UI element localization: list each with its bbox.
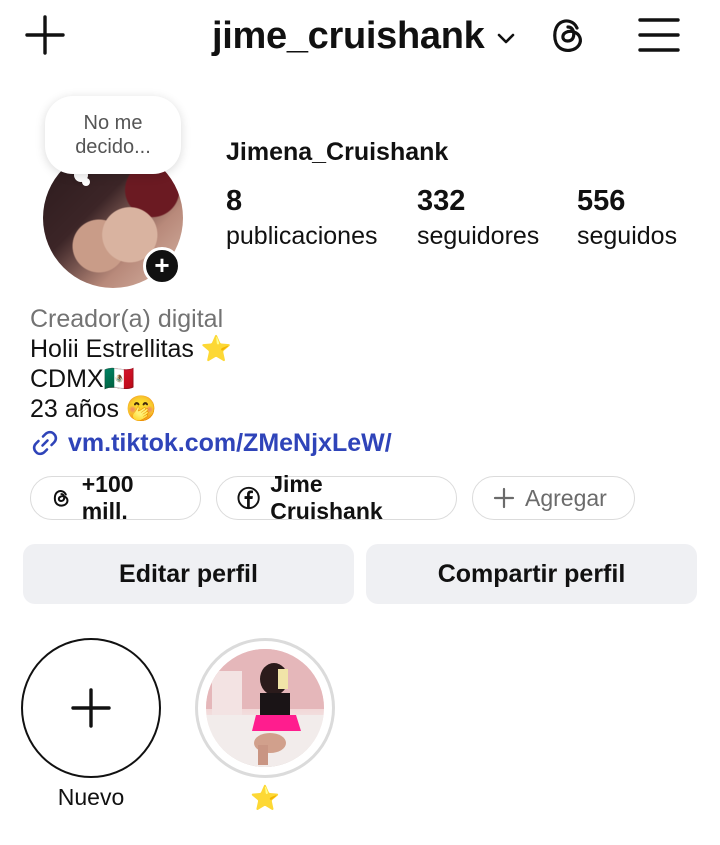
- plus-icon: [493, 487, 515, 509]
- highlight-label: Nuevo: [57, 784, 125, 810]
- add-story-plus-icon[interactable]: +: [143, 247, 181, 285]
- threads-followers-chip[interactable]: +100 mill.: [30, 471, 201, 524]
- chip-label: Agregar: [525, 484, 607, 511]
- add-link-chip[interactable]: Agregar: [472, 476, 635, 520]
- account-switcher[interactable]: jime_cruishank: [212, 12, 517, 60]
- highlight-label: ⭐: [250, 785, 280, 812]
- stat-followers-label: seguidores: [417, 222, 540, 250]
- top-bar: jime_cruishank: [0, 0, 720, 72]
- threads-icon[interactable]: [547, 14, 589, 56]
- facebook-icon: [237, 486, 260, 510]
- chevron-down-icon: [497, 33, 514, 44]
- facebook-chip[interactable]: Jime Cruishank: [216, 471, 457, 524]
- stat-posts[interactable]: 8 publicaciones: [226, 184, 378, 254]
- stat-following-label: seguidos: [577, 222, 678, 250]
- stat-following-value: 556: [577, 185, 626, 217]
- menu-icon[interactable]: [637, 16, 681, 54]
- bio-link-text: vm.tiktok.com/ZMeNjxLeW/: [68, 428, 392, 457]
- new-highlight-button[interactable]: [21, 638, 161, 778]
- highlight-cover-image: [206, 649, 324, 767]
- chip-label: Jime Cruishank: [270, 471, 383, 524]
- bio-link[interactable]: vm.tiktok.com/ZMeNjxLeW/: [30, 428, 392, 458]
- display-name: Jimena_Cruishank: [226, 138, 449, 166]
- create-plus-icon[interactable]: [24, 14, 66, 56]
- bio-category: Creador(a) digital: [30, 305, 224, 333]
- edit-profile-button[interactable]: Editar perfil: [23, 544, 354, 604]
- note-bubble-tail-small: [82, 178, 90, 186]
- bio-line: 23 años 🤭: [30, 395, 158, 423]
- stat-following[interactable]: 556 seguidos: [577, 184, 677, 254]
- chip-label: +100 mill.: [81, 471, 134, 524]
- share-profile-button[interactable]: Compartir perfil: [366, 544, 697, 604]
- profile-note[interactable]: No me decido...: [45, 96, 181, 174]
- plus-icon: [71, 688, 111, 728]
- stat-followers-value: 332: [417, 185, 466, 217]
- stat-posts-label: publicaciones: [226, 222, 378, 250]
- stat-followers[interactable]: 332 seguidores: [417, 184, 539, 254]
- bio-line: CDMX🇲🇽: [30, 365, 135, 393]
- note-text: No me decido...: [75, 112, 151, 158]
- stat-posts-value: 8: [226, 185, 243, 217]
- bio-line: Holii Estrellitas ⭐: [30, 335, 233, 363]
- threads-icon: [53, 490, 69, 507]
- bio: Creador(a) digital Holii Estrellitas ⭐ C…: [30, 304, 232, 424]
- username-title: jime_cruishank: [212, 14, 485, 57]
- highlight-story[interactable]: [195, 638, 335, 778]
- link-icon: [32, 430, 58, 456]
